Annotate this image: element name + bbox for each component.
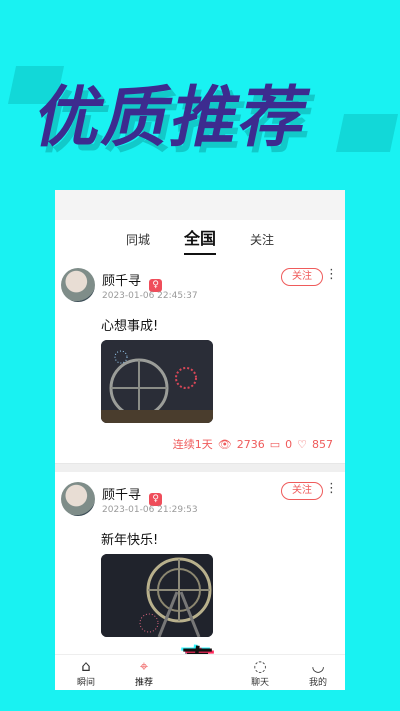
profile-icon: ◡ bbox=[311, 656, 325, 675]
location-pin-icon: ⌖ bbox=[139, 656, 149, 675]
status-bar bbox=[55, 190, 345, 220]
streak-label: 连续1天 bbox=[172, 438, 213, 451]
post-image[interactable] bbox=[101, 554, 213, 637]
post-image[interactable] bbox=[101, 340, 213, 423]
heart-icon[interactable]: ♡ bbox=[297, 438, 307, 451]
post-stats: 连续1天 👁 2736 ▭ 0 ♡ 857 bbox=[173, 436, 333, 452]
banner-shadow-block bbox=[335, 114, 399, 152]
post-author-name[interactable]: 顾千寻 ♀ bbox=[102, 484, 163, 506]
post-time: 2023-01-06 22:45:37 bbox=[102, 291, 198, 301]
more-options-icon[interactable]: ⋮ bbox=[325, 267, 338, 282]
chat-bulb-icon: ◌ bbox=[253, 656, 267, 675]
nav-recommend-label: 推荐 bbox=[134, 677, 153, 688]
moment-icon: ⌂ bbox=[81, 656, 91, 675]
nav-moments[interactable]: ⌂ 瞬间 bbox=[63, 658, 109, 688]
tab-same-city[interactable]: 同城 bbox=[126, 231, 150, 248]
avatar[interactable] bbox=[61, 482, 95, 516]
nav-chat[interactable]: ◌ 聊天 bbox=[237, 658, 283, 688]
follow-button[interactable]: 关注 bbox=[281, 482, 323, 500]
post-card[interactable]: 顾千寻 ♀ 2023-01-06 22:45:37 关注 ⋮ 心想事成! 连续1… bbox=[55, 258, 345, 463]
fireworks-photo bbox=[101, 340, 213, 423]
nav-profile-label: 我的 bbox=[308, 677, 327, 688]
likes-count: 857 bbox=[312, 437, 333, 451]
nav-moments-label: 瞬间 bbox=[76, 677, 95, 688]
author-name-text: 顾千寻 bbox=[102, 274, 142, 289]
follow-button[interactable]: 关注 bbox=[281, 268, 323, 286]
tab-nationwide[interactable]: 全国 bbox=[183, 225, 217, 255]
comments-count: 0 bbox=[285, 437, 293, 451]
more-options-icon[interactable]: ⋮ bbox=[325, 481, 338, 496]
nav-chat-label: 聊天 bbox=[250, 677, 269, 688]
tab-following[interactable]: 关注 bbox=[250, 231, 274, 248]
comment-icon[interactable]: ▭ bbox=[270, 438, 280, 451]
author-name-text: 顾千寻 bbox=[102, 488, 142, 503]
avatar[interactable] bbox=[61, 268, 95, 302]
post-content: 新年快乐! bbox=[101, 533, 159, 548]
nav-profile[interactable]: ◡ 我的 bbox=[295, 658, 341, 688]
bottom-navigation: ⌂ 瞬间 ⌖ 推荐 ◌ 聊天 ◡ 我的 bbox=[55, 654, 345, 690]
post-time: 2023-01-06 21:29:53 bbox=[102, 505, 198, 515]
eye-icon: 👁 bbox=[217, 437, 232, 451]
banner-title: 优质推荐 bbox=[28, 79, 318, 156]
ferris-wheel-photo bbox=[101, 554, 213, 637]
promo-banner: 优质推荐 bbox=[0, 28, 400, 156]
post-divider bbox=[55, 463, 345, 472]
feed-tabs: 同城 全国 关注 bbox=[55, 220, 345, 258]
nav-recommend[interactable]: ⌖ 推荐 bbox=[121, 658, 167, 688]
post-content: 心想事成! bbox=[101, 319, 159, 334]
post-author-name[interactable]: 顾千寻 ♀ bbox=[102, 270, 163, 292]
phone-screen: 同城 全国 关注 顾千寻 ♀ 2023-01-06 22:45:37 关注 ⋮ … bbox=[55, 190, 345, 690]
views-count: 2736 bbox=[236, 437, 265, 451]
